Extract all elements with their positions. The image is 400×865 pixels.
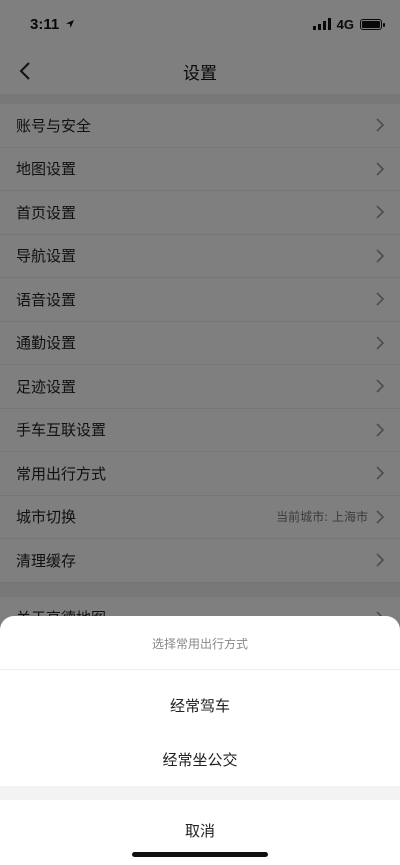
action-sheet-title: 选择常用出行方式: [0, 616, 400, 670]
action-sheet-divider: [0, 786, 400, 800]
option-drive[interactable]: 经常驾车: [0, 682, 400, 728]
home-indicator: [132, 852, 268, 857]
action-sheet: 选择常用出行方式 经常驾车 经常坐公交 取消: [0, 616, 400, 865]
option-public-transit[interactable]: 经常坐公交: [0, 736, 400, 782]
cancel-button[interactable]: 取消: [0, 800, 400, 860]
